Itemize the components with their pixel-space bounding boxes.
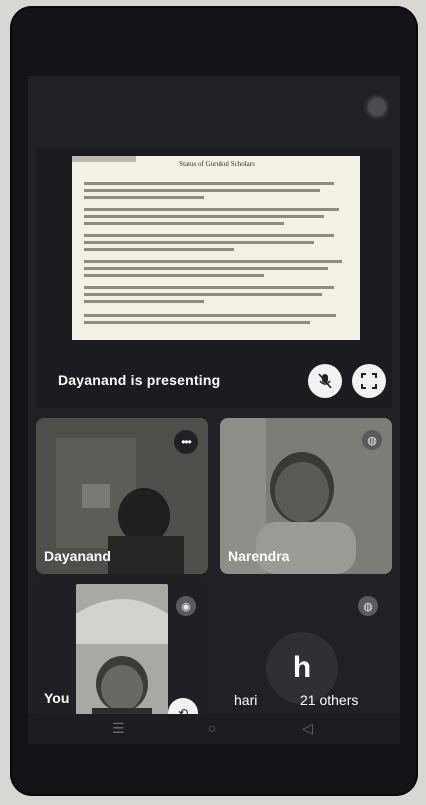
slide-text-line <box>84 241 314 244</box>
phone-frame: Status of Gurukul Scholars Dayanand is p… <box>10 6 418 796</box>
participant-name: Dayanand <box>44 548 111 564</box>
slide-title: Status of Gurukul Scholars <box>179 160 255 168</box>
participant-tile-dayanand[interactable]: ••• Dayanand <box>36 418 208 574</box>
slide-text-line <box>84 182 334 185</box>
participant-name: hari <box>234 692 258 708</box>
slide-text-line <box>84 293 322 296</box>
slide-text-line <box>84 314 336 317</box>
presenting-caption: Dayanand is presenting <box>58 372 221 388</box>
participant-name: Narendra <box>228 548 290 564</box>
participant-tile-narendra[interactable]: ◍ Narendra <box>220 418 392 574</box>
slide-text-line <box>84 248 234 251</box>
slide-text-line <box>84 234 334 237</box>
slide-text-line <box>84 189 320 192</box>
slide-text-line <box>84 321 310 324</box>
camera-preview-video <box>76 584 168 726</box>
slide-text-line <box>84 267 328 270</box>
meeting-screen: Status of Gurukul Scholars Dayanand is p… <box>28 76 400 744</box>
slide-text-line <box>84 274 264 277</box>
slide-header-bar <box>72 156 136 162</box>
system-nav-bar: ☰ ○ ◁ <box>28 714 400 744</box>
mic-icon[interactable]: ◍ <box>358 596 378 616</box>
slide-text-line <box>84 215 324 218</box>
slide-text-line <box>84 196 204 199</box>
fullscreen-icon[interactable] <box>352 364 386 398</box>
presentation-area[interactable]: Status of Gurukul Scholars Dayanand is p… <box>36 148 392 408</box>
home-icon[interactable]: ○ <box>208 720 216 736</box>
slide-text-line <box>84 300 204 303</box>
others-count: 21 others <box>300 692 359 708</box>
shared-slide: Status of Gurukul Scholars <box>72 156 360 340</box>
more-options-icon[interactable]: ◉ <box>176 596 196 616</box>
camera-preview[interactable] <box>76 584 168 726</box>
back-icon[interactable]: ◁ <box>302 720 313 737</box>
slide-text-line <box>84 286 334 289</box>
camera-switch-icon[interactable] <box>368 98 386 116</box>
mic-icon[interactable]: ◍ <box>362 430 382 450</box>
slide-text-line <box>84 222 284 225</box>
slide-text-line <box>84 260 342 263</box>
mic-off-icon[interactable] <box>308 364 342 398</box>
menu-icon[interactable]: ☰ <box>112 720 125 737</box>
self-name: You <box>44 690 70 706</box>
more-options-icon[interactable]: ••• <box>174 430 198 454</box>
mic-off-glyph <box>318 373 332 389</box>
others-tile[interactable]: ◍ h hari 21 others <box>220 582 392 732</box>
fullscreen-glyph <box>361 373 377 389</box>
slide-text-line <box>84 208 339 211</box>
